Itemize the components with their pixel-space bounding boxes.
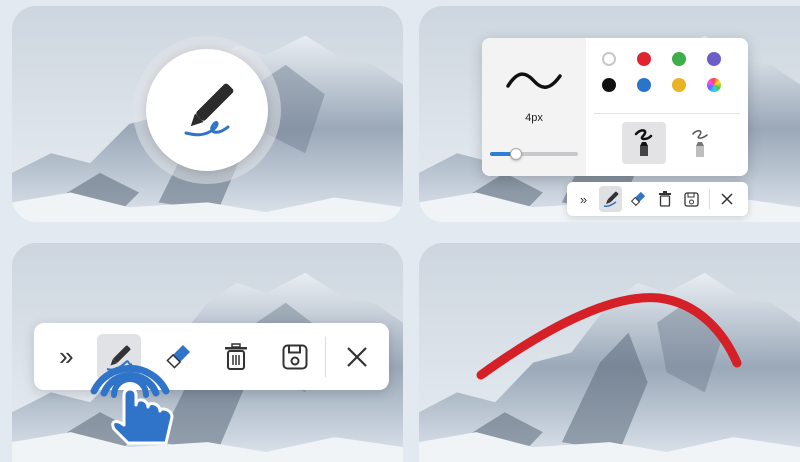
stroke-size-section: 4px	[482, 38, 586, 176]
color-swatch-7[interactable]	[672, 78, 686, 92]
pen-tool-button[interactable]	[599, 186, 623, 212]
toolbar-divider	[709, 189, 710, 209]
close-button[interactable]	[334, 334, 379, 380]
double-chevron-icon: »	[59, 341, 74, 371]
pen-icon	[603, 191, 618, 207]
toolbar-divider	[325, 336, 327, 377]
color-swatch-3[interactable]	[672, 52, 686, 66]
ink-stroke	[476, 293, 742, 380]
panel-drawing-result	[419, 243, 800, 462]
save-button[interactable]	[680, 186, 703, 212]
save-icon	[684, 191, 699, 207]
stroke-preview	[506, 72, 562, 89]
expand-button[interactable]: »	[572, 186, 595, 212]
stroke-size-slider[interactable]	[490, 148, 578, 160]
pencil-icon	[692, 130, 708, 157]
popup-divider	[594, 113, 740, 114]
eraser-tool-button[interactable]	[626, 186, 649, 212]
pen-icon	[184, 83, 234, 137]
save-icon	[282, 344, 308, 369]
trash-icon	[225, 342, 248, 370]
clear-button[interactable]	[653, 186, 676, 212]
color-and-type-section	[586, 38, 748, 176]
color-swatch-1[interactable]	[602, 52, 616, 66]
trash-icon	[658, 191, 671, 207]
tap-hand-icon	[90, 365, 174, 445]
color-swatch-4[interactable]	[707, 52, 721, 66]
color-swatch-2[interactable]	[637, 52, 651, 66]
pen-settings-popup: 4px	[482, 38, 748, 176]
close-button[interactable]	[716, 186, 739, 212]
marker-icon	[634, 129, 653, 156]
clear-button[interactable]	[214, 334, 259, 380]
eraser-icon	[630, 191, 645, 207]
stroke-size-label: 4px	[525, 112, 543, 124]
pen-type-marker[interactable]	[622, 122, 666, 164]
color-swatch-8[interactable]	[707, 78, 721, 92]
color-swatch-6[interactable]	[637, 78, 651, 92]
save-button[interactable]	[273, 334, 318, 380]
close-icon	[721, 193, 733, 205]
panel-toolbar-tap: »	[12, 243, 403, 462]
slider-thumb[interactable]	[510, 148, 523, 160]
panel-pen-activation	[12, 6, 403, 222]
pen-mode-button[interactable]	[146, 49, 268, 171]
color-swatches	[602, 52, 732, 92]
panel-pen-settings: 4px »	[419, 6, 800, 222]
close-icon	[346, 346, 367, 367]
ink-toolbar-small: »	[567, 182, 748, 216]
pen-type-pencil[interactable]	[678, 122, 722, 164]
color-swatch-5[interactable]	[602, 78, 616, 92]
double-chevron-icon: »	[579, 191, 588, 207]
